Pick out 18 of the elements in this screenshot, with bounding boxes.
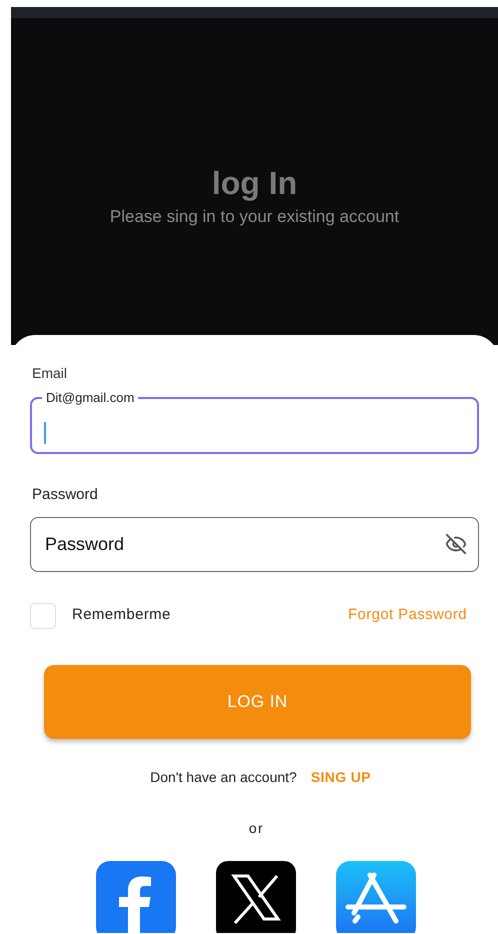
app-store-icon[interactable] bbox=[336, 860, 416, 932]
eye-off-icon[interactable] bbox=[445, 532, 467, 554]
password-field[interactable]: Password bbox=[30, 516, 479, 572]
signup-link[interactable]: SING UP bbox=[310, 766, 371, 788]
login-button[interactable]: LOG IN bbox=[44, 664, 471, 738]
x-logo-icon[interactable] bbox=[216, 860, 296, 932]
signup-prompt: Don't have an account? bbox=[150, 768, 297, 786]
password-label: Password bbox=[32, 485, 99, 505]
page-subtitle: Please sing in to your existing account bbox=[110, 206, 400, 228]
floating-label: Dit@gmail.com bbox=[45, 389, 136, 407]
or-divider-text: or bbox=[248, 818, 264, 838]
email-label: Email bbox=[32, 364, 68, 383]
facebook-icon[interactable] bbox=[96, 860, 176, 932]
remember-checkbox[interactable] bbox=[30, 602, 56, 628]
remember-label: Rememberme bbox=[72, 605, 171, 626]
forgot-password-link[interactable]: Forgot Password bbox=[348, 604, 467, 627]
text-cursor bbox=[44, 422, 46, 444]
page-title: log In bbox=[212, 164, 298, 203]
